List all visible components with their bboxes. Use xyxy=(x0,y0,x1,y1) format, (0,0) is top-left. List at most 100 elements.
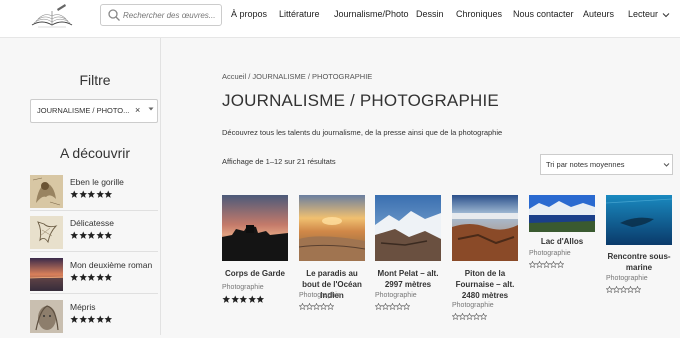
product-category[interactable]: Photographie xyxy=(222,284,264,291)
star-filled-icon xyxy=(239,295,248,303)
star-rating xyxy=(529,261,564,268)
divider xyxy=(30,210,158,211)
star-filled-icon xyxy=(95,273,104,281)
nav-chroniques[interactable]: Chroniques xyxy=(456,9,502,19)
star-empty-icon xyxy=(396,303,403,310)
product-name[interactable]: Eben le gorille xyxy=(70,177,124,187)
product-category[interactable]: Photographie xyxy=(606,275,648,282)
star-filled-icon xyxy=(247,295,256,303)
discover-item[interactable]: Délicatesse xyxy=(30,214,158,254)
sidebar-divider xyxy=(160,38,161,335)
discover-item[interactable]: Eben le gorille xyxy=(30,173,158,213)
star-empty-icon xyxy=(403,303,410,310)
product-image[interactable] xyxy=(606,195,672,245)
product-name[interactable]: Délicatesse xyxy=(70,218,114,228)
search-input[interactable] xyxy=(123,7,219,23)
result-count: Affichage de 1–12 sur 21 résultats xyxy=(222,157,336,166)
star-rating xyxy=(70,273,113,282)
dropdown-arrow-icon[interactable] xyxy=(148,106,154,112)
star-rating xyxy=(222,295,265,304)
category-filter-select[interactable]: JOURNALISME / PHOTO... × xyxy=(30,99,158,123)
star-rating xyxy=(70,190,113,199)
star-filled-icon xyxy=(104,190,113,198)
filter-clear-button[interactable]: × xyxy=(135,105,140,115)
page-title: JOURNALISME / PHOTOGRAPHIE xyxy=(222,91,499,110)
star-empty-icon xyxy=(473,313,480,320)
star-rating xyxy=(299,303,334,310)
site-header: À propos Littérature Journalisme/Photo D… xyxy=(0,0,680,38)
star-empty-icon xyxy=(320,303,327,310)
nav-journalisme-photo[interactable]: Journalisme/Photo xyxy=(334,9,409,19)
star-filled-icon xyxy=(104,315,113,323)
product-title[interactable]: Corps de Garde xyxy=(222,268,288,279)
discover-item[interactable]: Mon deuxième roman xyxy=(30,256,158,296)
product-name[interactable]: Mon deuxième roman xyxy=(70,260,152,270)
divider xyxy=(30,251,158,252)
star-filled-icon xyxy=(256,295,265,303)
product-category[interactable]: Photographie xyxy=(529,250,571,257)
star-filled-icon xyxy=(230,295,239,303)
star-rating xyxy=(375,303,410,310)
star-empty-icon xyxy=(382,303,389,310)
star-empty-icon xyxy=(389,303,396,310)
chevron-down-icon xyxy=(663,163,670,167)
nav-nous-contacter[interactable]: Nous contacter xyxy=(513,9,574,19)
product-category[interactable]: Photographie xyxy=(375,292,417,299)
search-icon[interactable] xyxy=(107,8,121,22)
star-filled-icon xyxy=(87,273,96,281)
product-title[interactable]: Mont Pelat – alt. 2997 mètres xyxy=(375,268,441,290)
product-thumbnail[interactable] xyxy=(30,300,63,333)
star-empty-icon xyxy=(620,286,627,293)
star-empty-icon xyxy=(306,303,313,310)
product-title[interactable]: Piton de la Fournaise – alt. 2480 mètres xyxy=(452,268,518,301)
star-filled-icon xyxy=(95,315,104,323)
star-empty-icon xyxy=(557,261,564,268)
site-logo[interactable] xyxy=(28,3,76,31)
star-empty-icon xyxy=(550,261,557,268)
breadcrumb[interactable]: Accueil / JOURNALISME / PHOTOGRAPHIE xyxy=(222,72,372,81)
filter-heading: Filtre xyxy=(79,72,111,88)
main-content: Accueil / JOURNALISME / PHOTOGRAPHIE JOU… xyxy=(222,38,680,335)
star-filled-icon xyxy=(87,190,96,198)
star-filled-icon xyxy=(95,231,104,239)
nav-litterature[interactable]: Littérature xyxy=(279,9,320,19)
product-title[interactable]: Rencontre sous-marine xyxy=(606,251,672,273)
star-filled-icon xyxy=(104,231,113,239)
product-thumbnail[interactable] xyxy=(30,216,63,249)
star-empty-icon xyxy=(613,286,620,293)
star-empty-icon xyxy=(480,313,487,320)
star-rating xyxy=(70,315,113,324)
sort-select[interactable]: Tri par notes moyennes xyxy=(540,154,673,175)
product-category[interactable]: Photographie xyxy=(452,302,494,309)
product-image[interactable] xyxy=(299,195,365,261)
discover-heading: A découvrir xyxy=(59,145,131,161)
star-rating xyxy=(606,286,641,293)
star-filled-icon xyxy=(70,190,79,198)
star-empty-icon xyxy=(299,303,306,310)
star-filled-icon xyxy=(222,295,231,303)
nav-lecteur[interactable]: Lecteur xyxy=(628,9,670,19)
product-image[interactable] xyxy=(222,195,288,261)
product-image[interactable] xyxy=(375,195,441,261)
nav-a-propos[interactable]: À propos xyxy=(231,9,267,19)
discover-item[interactable]: Mépris xyxy=(30,298,158,338)
star-filled-icon xyxy=(95,190,104,198)
search-box[interactable] xyxy=(100,4,222,26)
star-empty-icon xyxy=(452,313,459,320)
nav-dessin[interactable]: Dessin xyxy=(416,9,444,19)
star-filled-icon xyxy=(78,231,87,239)
product-thumbnail[interactable] xyxy=(30,258,63,291)
product-category[interactable]: Photographie xyxy=(299,292,341,299)
star-empty-icon xyxy=(627,286,634,293)
nav-auteurs[interactable]: Auteurs xyxy=(583,9,614,19)
star-filled-icon xyxy=(78,273,87,281)
product-thumbnail[interactable] xyxy=(30,175,63,208)
star-empty-icon xyxy=(327,303,334,310)
star-empty-icon xyxy=(529,261,536,268)
star-empty-icon xyxy=(313,303,320,310)
product-title[interactable]: Lac d'Allos xyxy=(529,236,595,247)
product-image[interactable] xyxy=(529,195,595,232)
category-description: Découvrez tous les talents du journalism… xyxy=(222,128,503,137)
product-image[interactable] xyxy=(452,195,518,261)
product-name[interactable]: Mépris xyxy=(70,302,96,312)
